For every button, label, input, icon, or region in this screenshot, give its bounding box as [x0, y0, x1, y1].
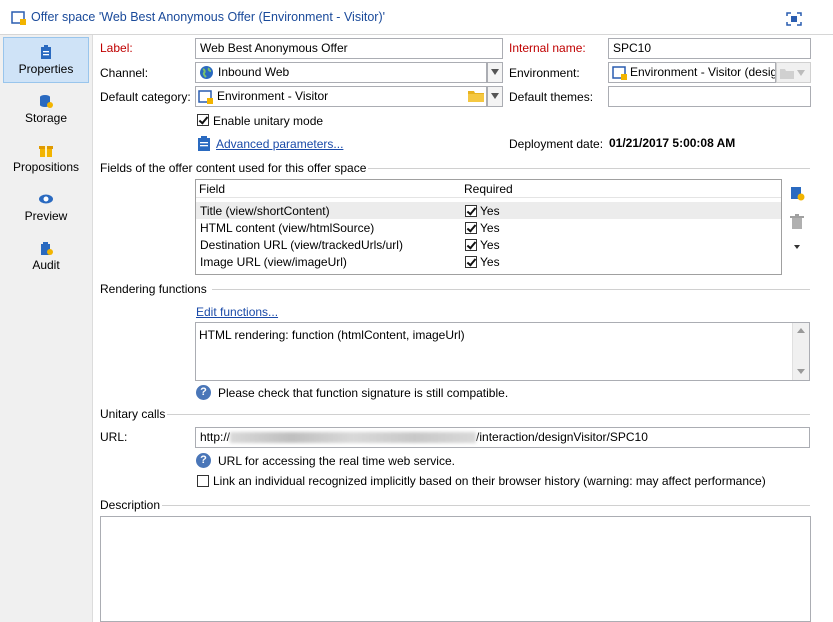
table-header: Field Required	[196, 180, 781, 198]
field-cell: HTML content (view/htmlSource)	[200, 221, 375, 235]
add-field-icon[interactable]	[789, 185, 805, 201]
edit-functions-link[interactable]: Edit functions...	[196, 305, 278, 319]
field-cell: Destination URL (view/trackedUrls/url)	[200, 238, 403, 252]
link-individual-checkbox[interactable]	[197, 475, 209, 487]
sidebar-item-preview[interactable]: Preview	[3, 185, 89, 231]
section-divider	[167, 414, 810, 415]
channel-select[interactable]: Inbound Web	[195, 62, 487, 83]
sidebar-item-label: Preview	[24, 209, 68, 223]
globe-icon	[200, 66, 213, 79]
section-divider	[162, 505, 810, 506]
column-header-required[interactable]: Required	[464, 182, 513, 196]
propositions-icon	[39, 146, 53, 157]
redacted-host	[230, 432, 477, 444]
rendering-hint: Please check that function signature is …	[218, 386, 509, 400]
deployment-date-caption: Deployment date:	[509, 137, 604, 151]
sidebar-item-propositions[interactable]: Propositions	[3, 136, 89, 182]
label-input[interactable]: Web Best Anonymous Offer	[195, 38, 503, 59]
sidebar-item-label: Propositions	[12, 160, 80, 174]
description-textarea[interactable]	[100, 516, 811, 622]
required-cell: Yes	[480, 204, 500, 218]
environment-icon	[612, 66, 627, 80]
rendering-content: HTML rendering: function (htmlContent, i…	[199, 328, 465, 342]
environment-field: Environment - Visitor (desig	[608, 62, 776, 83]
table-row[interactable]: HTML content (view/htmlSource) Yes	[196, 219, 781, 236]
field-cell: Title (view/shortContent)	[200, 204, 330, 218]
internal-name-input[interactable]: SPC10	[608, 38, 811, 59]
table-row[interactable]: Title (view/shortContent) Yes	[196, 202, 781, 219]
channel-value: Inbound Web	[218, 65, 290, 79]
required-checkbox[interactable]	[465, 205, 477, 217]
fields-section-title: Fields of the offer content used for thi…	[100, 161, 367, 175]
required-cell: Yes	[480, 238, 500, 252]
folder-icon	[780, 69, 794, 79]
sidebar: Properties Storage Propositions Preview	[0, 35, 93, 622]
properties-icon	[41, 45, 51, 59]
scroll-down-icon[interactable]	[793, 364, 809, 380]
default-category-caption: Default category:	[100, 90, 191, 104]
channel-caption: Channel:	[100, 66, 149, 80]
internal-name-caption: Internal name:	[509, 41, 586, 55]
maximize-icon[interactable]	[786, 12, 802, 26]
required-cell: Yes	[480, 255, 500, 269]
table-row[interactable]: Destination URL (view/trackedUrls/url) Y…	[196, 236, 781, 253]
help-icon: ?	[196, 385, 211, 400]
required-checkbox[interactable]	[465, 239, 477, 251]
sidebar-item-audit[interactable]: Audit	[3, 234, 89, 280]
url-prefix: http://	[200, 430, 231, 444]
url-input[interactable]: http:// /interaction/designVisitor/SPC10	[195, 427, 810, 448]
default-category-value: Environment - Visitor	[217, 89, 329, 103]
scrollbar[interactable]	[792, 323, 809, 380]
table-row[interactable]: Image URL (view/imageUrl) Yes	[196, 253, 781, 270]
scroll-up-icon[interactable]	[793, 323, 809, 339]
required-checkbox[interactable]	[465, 222, 477, 234]
rendering-section-title: Rendering functions	[100, 282, 207, 296]
advanced-parameters-link[interactable]: Advanced parameters...	[216, 137, 343, 151]
help-icon: ?	[196, 453, 211, 468]
environment-caption: Environment:	[509, 66, 580, 80]
channel-dropdown-button[interactable]	[487, 62, 503, 83]
deployment-date-value: 01/21/2017 5:00:08 AM	[609, 136, 736, 150]
section-divider	[368, 168, 810, 169]
category-icon	[198, 90, 213, 104]
preview-icon	[39, 194, 53, 204]
trash-icon[interactable]	[790, 214, 804, 230]
fields-table: Field Required Title (view/shortContent)…	[195, 179, 782, 275]
window-titlebar: Offer space 'Web Best Anonymous Offer (E…	[0, 0, 833, 35]
column-header-field[interactable]: Field	[199, 182, 225, 196]
more-options-icon[interactable]	[794, 245, 800, 249]
sidebar-item-label: Storage	[24, 111, 68, 125]
url-caption: URL:	[100, 430, 128, 444]
default-themes-input[interactable]	[608, 86, 811, 107]
field-cell: Image URL (view/imageUrl)	[200, 255, 347, 269]
label-caption: Label:	[100, 41, 133, 55]
environment-value: Environment - Visitor (desig	[630, 65, 776, 79]
storage-icon	[40, 95, 53, 108]
chevron-down-icon	[797, 70, 805, 76]
sidebar-item-label: Properties	[18, 62, 74, 76]
category-dropdown-button[interactable]	[487, 86, 503, 107]
required-cell: Yes	[480, 221, 500, 235]
enable-unitary-checkbox[interactable]	[197, 114, 209, 126]
clipboard-icon	[198, 136, 210, 151]
default-category-field[interactable]: Environment - Visitor	[195, 86, 487, 107]
required-checkbox[interactable]	[465, 256, 477, 268]
section-divider	[212, 289, 810, 290]
unitary-section-title: Unitary calls	[100, 407, 166, 421]
environment-buttons	[776, 62, 811, 83]
sidebar-item-properties[interactable]: Properties	[3, 37, 89, 83]
enable-unitary-label: Enable unitary mode	[213, 114, 324, 128]
url-suffix: /interaction/designVisitor/SPC10	[476, 430, 648, 444]
link-individual-label: Link an individual recognized implicitly…	[213, 474, 766, 488]
window-title: Offer space 'Web Best Anonymous Offer (E…	[31, 10, 385, 24]
rendering-textarea[interactable]: HTML rendering: function (htmlContent, i…	[195, 322, 810, 381]
audit-icon	[41, 242, 53, 255]
sidebar-item-storage[interactable]: Storage	[3, 87, 89, 133]
folder-icon[interactable]	[468, 89, 484, 103]
url-hint: URL for accessing the real time web serv…	[218, 454, 455, 468]
offer-space-icon	[11, 11, 26, 25]
default-themes-caption: Default themes:	[509, 90, 594, 104]
description-section-title: Description	[100, 498, 161, 512]
sidebar-item-label: Audit	[32, 258, 60, 272]
